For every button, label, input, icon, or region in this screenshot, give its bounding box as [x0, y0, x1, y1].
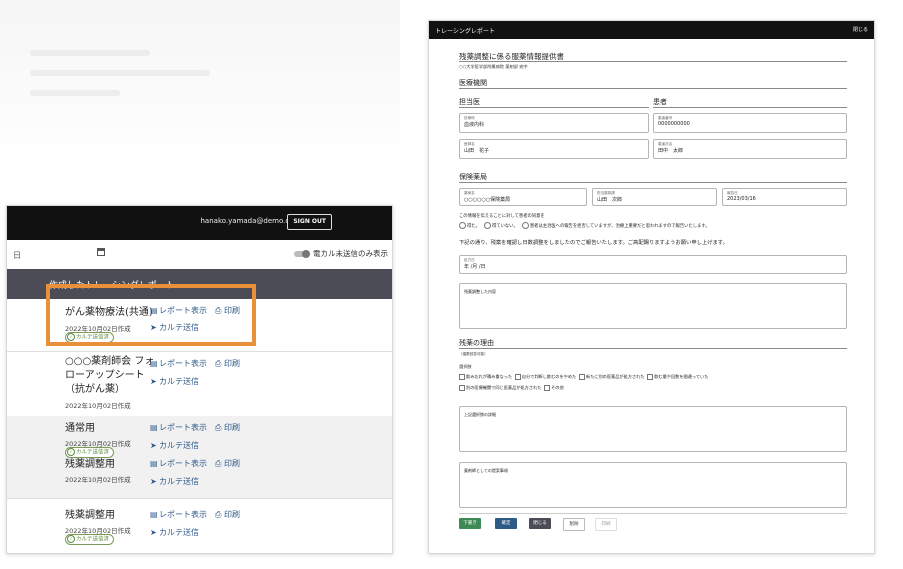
send-icon: ➤: [150, 477, 157, 486]
section-pharmacy: 保険薬局: [459, 173, 487, 181]
consent-no-radio[interactable]: 得ていない。: [484, 222, 518, 229]
divider: [459, 61, 847, 62]
divider: [653, 107, 847, 108]
reason-note: （複数回答可能）: [459, 352, 488, 356]
sign-out-button[interactable]: SIGN OUT: [287, 214, 332, 230]
reason-options-row1: 飲み忘れが積み重なった 自分で判断し飲むのをやめた 新たに別の医薬品が処方された…: [459, 374, 708, 380]
prescription-date-field[interactable]: 処方日年 /月 /日: [459, 255, 847, 274]
report-name: 残薬調整用: [65, 510, 115, 521]
report-date: 2022年10月02日作成: [65, 402, 131, 410]
report-name-line1: ○○○薬剤師会 フォ: [65, 356, 155, 367]
doctor-name-field[interactable]: 医師名 山田 花子: [459, 139, 649, 159]
patient-id-field[interactable]: 患者番号 0000000000: [653, 113, 847, 133]
check-icon: ✓: [67, 535, 75, 543]
document-addressee: ○○大学医学部附属病院 薬剤部 宛中: [459, 64, 528, 69]
report-intro: 下記の通り、残薬を確認し日数調整をしましたのでご報告いたします。ご高配賜りますよ…: [459, 240, 728, 246]
adjustment-textarea[interactable]: 残薬調整した内容: [459, 283, 847, 329]
patient-heading: 患者: [653, 98, 667, 106]
date-field-text: 日: [13, 251, 21, 260]
divider: [459, 513, 847, 514]
window-title: トレーシングレポート: [435, 28, 495, 35]
confirm-button[interactable]: 確定: [495, 518, 517, 529]
department-field[interactable]: 診療科 血液内科: [459, 113, 649, 133]
reason-options-label: 選択肢: [459, 364, 472, 369]
report-view-link[interactable]: ▤レポート表示: [150, 422, 207, 433]
print-link[interactable]: ⎙ 印刷: [215, 458, 240, 469]
send-icon: ➤: [150, 377, 157, 386]
report-view-link[interactable]: ▤レポート表示: [150, 458, 207, 469]
patient-name-field[interactable]: 患者氏名 田中 太郎: [653, 139, 847, 159]
report-top-bar: トレーシングレポート 閉じる: [429, 21, 874, 39]
list-item: 残薬調整用 2022年10月02日作成 ✓ カルテ送信済 ▤レポート表示 ⎙ 印刷 …: [7, 498, 392, 553]
close-link[interactable]: 閉じる: [853, 26, 868, 33]
doctor-heading: 担当医: [459, 98, 480, 106]
consent-yes-radio[interactable]: 得た。: [459, 222, 480, 229]
divider: [459, 88, 847, 89]
document-icon: ▤: [150, 359, 158, 368]
proposal-textarea[interactable]: 薬剤師としての提案事項: [459, 462, 847, 508]
report-date: 2022年10月02日作成: [65, 476, 131, 484]
reason-checkbox[interactable]: その他: [544, 385, 564, 391]
calendar-icon[interactable]: [97, 248, 105, 256]
report-name-line2: ローアップシート: [65, 370, 145, 381]
toggle-label: 電カル未送信のみ表示: [313, 249, 388, 258]
chart-send-link[interactable]: ➤ カルテ送信: [150, 440, 199, 451]
highlight-box: [46, 284, 256, 346]
chart-send-link[interactable]: ➤ カルテ送信: [150, 527, 199, 538]
top-bar: hanako.yamada@demo.co.jp SIGN OUT: [7, 206, 392, 240]
print-link[interactable]: ⎙ 印刷: [215, 509, 240, 520]
consent-refused-radio[interactable]: 患者は主治医への報告を拒否していますが、治療上重要だと思われますので報告いたしま…: [521, 222, 710, 229]
pharmacy-name-field[interactable]: 薬局名 ○○○○○○保険薬局: [459, 188, 587, 206]
section-medical: 医療機関: [459, 79, 487, 87]
reason-checkbox[interactable]: 別の医療機関で同じ医薬品が処方された: [459, 385, 541, 391]
save-draft-button[interactable]: 下書き: [459, 518, 481, 529]
print-link[interactable]: ⎙ 印刷: [215, 422, 240, 433]
divider: [459, 107, 649, 108]
reason-checkbox[interactable]: 自分で判断し飲むのをやめた: [514, 374, 576, 380]
report-list-window: hanako.yamada@demo.co.jp SIGN OUT 日 電カル未…: [6, 205, 393, 554]
report-date-field[interactable]: 報告日 2023/03/16: [722, 188, 847, 206]
section-reason: 残薬の理由: [459, 339, 494, 347]
print-icon: ⎙: [215, 423, 222, 432]
print-button[interactable]: 印刷: [595, 518, 617, 531]
tracing-report-window: トレーシングレポート 閉じる 残薬調整に係る服薬情報提供書 ○○大学医学部附属病…: [428, 20, 875, 554]
report-name: 残薬調整用: [65, 459, 115, 470]
report-view-link[interactable]: ▤レポート表示: [150, 509, 207, 520]
reason-detail-textarea[interactable]: 上記選択肢の詳細: [459, 406, 847, 452]
document-icon: ▤: [150, 510, 158, 519]
print-icon: ⎙: [215, 459, 222, 468]
reason-options-row2: 別の医療機関で同じ医薬品が処方された その他: [459, 385, 564, 391]
list-item: ○○○薬剤師会 フォ ローアップシート （抗がん薬） 2022年10月02日作成…: [7, 351, 392, 417]
print-icon: ⎙: [215, 510, 222, 519]
print-icon: ⎙: [215, 359, 222, 368]
reason-checkbox[interactable]: 飲む量や回数を間違っていた: [647, 374, 708, 380]
list-item: 通常用 2022年10月02日作成 ✓ カルテ送信済 残薬調整用 2022年10月…: [7, 416, 392, 498]
print-link[interactable]: ⎙ 印刷: [215, 358, 240, 369]
reason-checkbox[interactable]: 飲み忘れが積み重なった: [459, 374, 512, 380]
report-view-link[interactable]: ▤レポート表示: [150, 358, 207, 369]
divider: [459, 182, 847, 183]
report-name-line3: （抗がん薬）: [65, 384, 125, 395]
reason-checkbox[interactable]: 新たに別の医薬品が処方された: [578, 374, 645, 380]
close-button[interactable]: 閉じる: [529, 518, 551, 529]
delete-button[interactable]: 削除: [563, 518, 585, 531]
pharmacist-field[interactable]: 担当薬剤師 山田 次郎: [592, 188, 717, 206]
send-icon: ➤: [150, 441, 157, 450]
document-icon: ▤: [150, 459, 158, 468]
send-icon: ➤: [150, 528, 157, 537]
consent-options: 得た。 得ていない。 患者は主治医への報告を拒否していますが、治療上重要だと思わ…: [459, 222, 710, 229]
chart-send-link[interactable]: ➤ カルテ送信: [150, 476, 199, 487]
consent-text: この情報を伝えることに対して患者の同意を: [459, 214, 545, 219]
sent-badge: ✓ カルテ送信済: [65, 534, 115, 545]
sent-badge: ✓ カルテ送信済: [65, 447, 115, 458]
document-icon: ▤: [150, 423, 158, 432]
blurred-background: [0, 0, 400, 170]
divider: [459, 348, 847, 349]
chart-send-link[interactable]: ➤ カルテ送信: [150, 376, 199, 387]
unsent-only-toggle[interactable]: [294, 250, 310, 258]
report-name: 通常用: [65, 423, 95, 434]
check-icon: ✓: [67, 448, 75, 456]
